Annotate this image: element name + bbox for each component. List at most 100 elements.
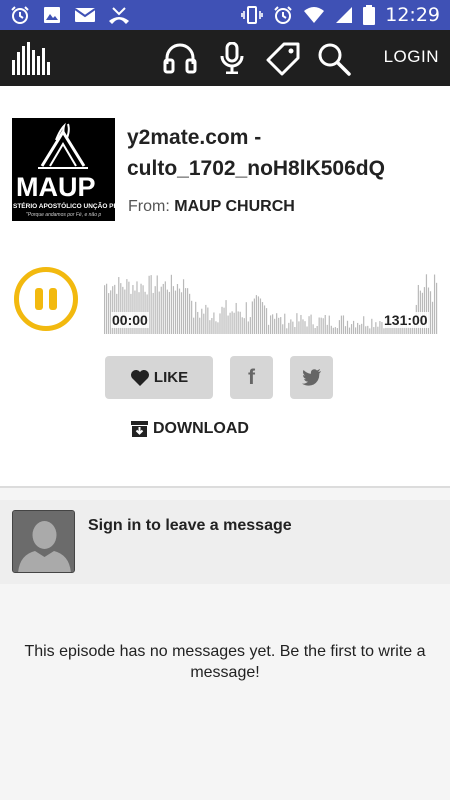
- download-icon: [131, 421, 148, 437]
- waveform-bar: [152, 292, 154, 334]
- waveform-bar: [340, 315, 343, 334]
- waveform-bar: [170, 274, 172, 334]
- wifi-icon: [303, 6, 325, 24]
- waveform-bar: [292, 321, 294, 334]
- signin-label[interactable]: Sign in to leave a message: [88, 517, 292, 535]
- waveform-bar: [357, 322, 359, 334]
- waveform-bar: [189, 293, 191, 334]
- waveform-bar: [272, 314, 274, 334]
- like-label: LIKE: [153, 369, 189, 386]
- podcast-cover-image: MAUP STÉRIO APOSTÓLICO UNÇÃO PRO "Porque…: [12, 118, 115, 221]
- waveform-bar: [221, 306, 223, 334]
- waveform-bar: [166, 289, 168, 334]
- waveform-bar: [237, 311, 239, 334]
- author-name[interactable]: MAUP CHURCH: [174, 198, 295, 215]
- waveform-bar: [377, 326, 379, 334]
- waveform-bar: [330, 325, 332, 334]
- waveform-bar: [263, 305, 266, 334]
- like-button[interactable]: LIKE: [105, 356, 213, 399]
- download-button[interactable]: DOWNLOAD: [131, 420, 249, 438]
- time-elapsed: 00:00: [111, 312, 149, 328]
- waveform-bar: [407, 327, 409, 334]
- waveform-bar: [375, 322, 377, 334]
- waveform-bar: [227, 315, 229, 334]
- signin-prompt[interactable]: Sign in to leave a message: [0, 500, 450, 584]
- image-icon: [42, 5, 62, 25]
- waveform-bar: [373, 327, 375, 334]
- login-button[interactable]: LOGIN: [384, 47, 439, 67]
- waveform-bar: [225, 300, 227, 334]
- waveform-bar: [255, 295, 258, 334]
- waveform-bar: [403, 327, 405, 334]
- episode-title: y2mate.com - culto_1702_noH8lK506dQ: [127, 126, 385, 180]
- empty-comments-message: This episode has no messages yet. Be the…: [24, 643, 426, 681]
- waveform-bar: [253, 298, 255, 334]
- waveform-bar: [367, 325, 369, 334]
- waveform-bar: [249, 317, 251, 334]
- facebook-icon: f: [248, 365, 255, 389]
- waveform-bar: [267, 324, 270, 334]
- waveform-bar: [332, 327, 334, 334]
- waveform-bar: [320, 317, 322, 334]
- tag-icon[interactable]: [266, 42, 300, 81]
- waveform-bar: [261, 302, 264, 334]
- alarm-icon: [273, 5, 293, 25]
- waveform-bar: [324, 315, 326, 334]
- waveform-bar: [328, 315, 330, 334]
- equalizer-logo-icon[interactable]: [12, 42, 52, 80]
- waveform-bar: [348, 327, 351, 334]
- waveform-bar: [433, 274, 436, 334]
- waveform-bar: [164, 281, 166, 334]
- waveform-bar: [409, 327, 411, 334]
- waveform-bar: [251, 301, 253, 334]
- waveform-bar: [154, 286, 156, 334]
- twitter-share-button[interactable]: [290, 356, 333, 399]
- signal-icon: [335, 6, 353, 24]
- waveform-bar: [269, 315, 272, 334]
- waveform-bar: [223, 307, 225, 334]
- waveform-bar: [182, 279, 185, 334]
- waveform-bar: [284, 313, 286, 334]
- episode-author: From: MAUP CHURCH: [128, 198, 295, 216]
- waveform-bar: [160, 286, 162, 334]
- waveform-bar: [274, 318, 276, 334]
- battery-icon: [363, 5, 376, 25]
- waveform-bar: [371, 318, 373, 334]
- from-label: From:: [128, 198, 170, 215]
- waveform-bar: [290, 319, 292, 334]
- microphone-icon[interactable]: [219, 41, 245, 79]
- waveform-bar: [338, 320, 341, 334]
- waveform-bar: [213, 312, 215, 334]
- waveform-bar: [211, 318, 213, 334]
- waveform-bar: [344, 326, 347, 334]
- section-divider: [0, 486, 450, 488]
- waveform-bar: [241, 317, 243, 334]
- waveform-bar: [180, 292, 183, 334]
- waveform-bar: [352, 320, 355, 334]
- cover-title: MAUP: [16, 172, 96, 202]
- waveform-bar: [336, 328, 338, 334]
- waveform-bar: [217, 322, 219, 334]
- pause-button[interactable]: [14, 267, 78, 331]
- waveform-bar: [369, 328, 371, 334]
- headphones-icon[interactable]: [163, 42, 197, 79]
- waveform-bar: [306, 326, 308, 334]
- waveform-bar: [215, 321, 217, 334]
- cover-tagline: "Porque andamos por Fé, e não p: [26, 212, 101, 218]
- twitter-icon: [301, 369, 321, 386]
- waveform-bar: [156, 275, 158, 334]
- waveform-bar: [312, 324, 314, 334]
- waveform-bar: [176, 284, 179, 334]
- alarm-icon: [10, 5, 30, 25]
- waveform-bar: [207, 307, 209, 334]
- waveform-bar: [209, 320, 211, 334]
- waveform-bar: [229, 312, 231, 334]
- facebook-share-button[interactable]: f: [230, 356, 273, 399]
- search-icon[interactable]: [317, 42, 351, 81]
- waveform-bar: [288, 322, 290, 334]
- waveform-bar: [322, 318, 324, 334]
- episode-card: MAUP STÉRIO APOSTÓLICO UNÇÃO PRO "Porque…: [0, 86, 450, 486]
- waveform-bar: [294, 327, 296, 334]
- waveform-bar: [195, 301, 197, 334]
- waveform-bar: [197, 311, 199, 334]
